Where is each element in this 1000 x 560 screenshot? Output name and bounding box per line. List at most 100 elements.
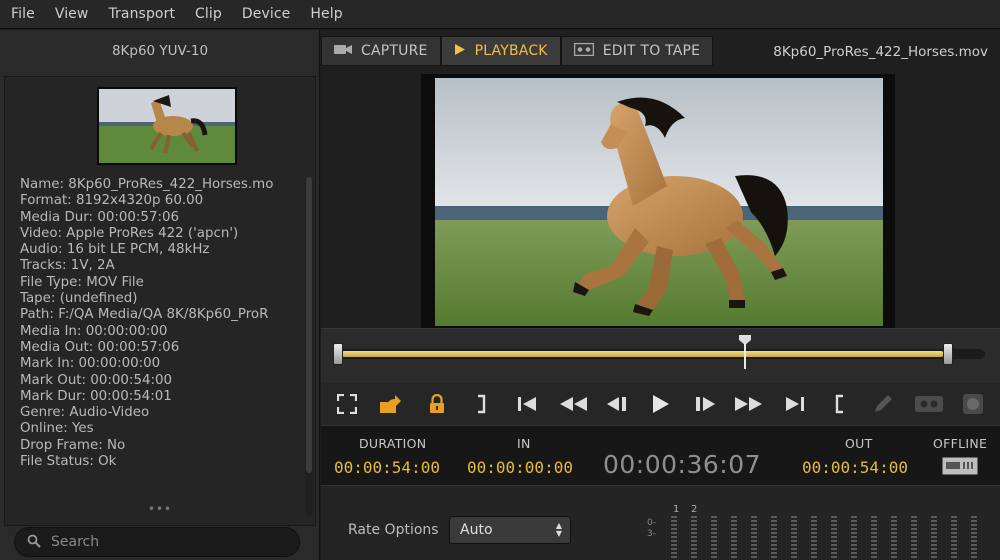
- vertical-scrollbar[interactable]: [305, 177, 313, 517]
- metadata-row: Video: Apple ProRes 422 ('apcn'): [20, 226, 298, 242]
- metadata-value: (undefined): [59, 291, 138, 307]
- out-label: OUT: [845, 436, 873, 451]
- rewind-icon: [560, 397, 587, 411]
- in-label: IN: [517, 436, 531, 451]
- in-timecode[interactable]: 00:00:00:00: [467, 458, 573, 477]
- metadata-value: Apple ProRes 422 ('apcn'): [66, 225, 239, 241]
- horse-video-image: [435, 78, 883, 326]
- export-button[interactable]: [375, 390, 405, 418]
- rewind-button[interactable]: [558, 390, 588, 418]
- search-icon: [27, 533, 41, 552]
- mode-tabs: CAPTURE PLAYBACK EDIT TO TAPE: [321, 36, 714, 66]
- main-area: CAPTURE PLAYBACK EDIT TO TAPE 8Kp60_ProR…: [321, 30, 1000, 560]
- clip-info-panel: 8Kp60 YUV-10 Name: 8Kp60_ProRes_422_Hors…: [0, 30, 320, 560]
- metadata-value: Ok: [98, 454, 117, 470]
- playhead-handle[interactable]: [739, 335, 751, 369]
- select-arrows-icon: ▲ ▼: [555, 521, 562, 538]
- out-timecode[interactable]: 00:00:54:00: [802, 458, 908, 477]
- timeline-scrubber[interactable]: [321, 328, 1000, 383]
- metadata-value: Yes: [71, 421, 94, 437]
- metadata-key: Video:: [20, 225, 63, 241]
- metadata-value: 1V, 2A: [70, 258, 115, 274]
- fullscreen-button[interactable]: [332, 390, 362, 418]
- menu-device[interactable]: Device: [242, 6, 290, 22]
- step-back-icon: [607, 397, 626, 411]
- rate-options-value: Auto: [460, 522, 493, 538]
- metadata-key: Online:: [20, 421, 68, 437]
- lock-button[interactable]: [422, 390, 452, 418]
- play-icon: [454, 43, 466, 60]
- transport-controls: [321, 383, 1000, 425]
- metadata-row: Name: 8Kp60_ProRes_422_Horses.mo: [20, 177, 298, 193]
- go-to-start-button[interactable]: [512, 390, 542, 418]
- metadata-key: Name:: [20, 177, 65, 192]
- metadata-key: Media Dur:: [20, 209, 94, 225]
- metadata-key: Mark In:: [20, 356, 75, 372]
- tab-playback[interactable]: PLAYBACK: [440, 36, 561, 66]
- step-back-button[interactable]: [602, 390, 632, 418]
- offline-device-button[interactable]: [942, 457, 978, 479]
- horse-thumbnail-image: [99, 89, 235, 163]
- metadata-value: 00:00:57:06: [97, 339, 180, 355]
- fast-forward-button[interactable]: [734, 390, 764, 418]
- metadata-value: 8Kp60_ProRes_422_Horses.mo: [68, 177, 274, 192]
- metadata-row: Tracks: 1V, 2A: [20, 258, 298, 274]
- meter-bar: [891, 516, 897, 560]
- tab-capture[interactable]: CAPTURE: [321, 36, 441, 66]
- mark-out-handle[interactable]: [943, 343, 953, 365]
- tape-deck-button[interactable]: [912, 390, 946, 418]
- metadata-key: Media Out:: [20, 339, 94, 355]
- search-input[interactable]: [51, 534, 271, 550]
- step-forward-button[interactable]: [690, 390, 720, 418]
- clip-details: Name: 8Kp60_ProRes_422_Horses.mo Format: …: [4, 76, 316, 545]
- meter-bar: [831, 516, 837, 560]
- menu-file[interactable]: File: [11, 6, 35, 22]
- menu-view[interactable]: View: [55, 6, 89, 22]
- mark-in-button[interactable]: [825, 390, 855, 418]
- audio-meters: 1 2 0- 3-: [647, 502, 997, 560]
- tab-edit-to-tape[interactable]: EDIT TO TAPE: [560, 36, 714, 66]
- metadata-key: File Status:: [20, 454, 94, 470]
- record-button[interactable]: [958, 390, 988, 418]
- metadata-row: Mark Dur: 00:00:54:01: [20, 389, 298, 405]
- metadata-value: No: [106, 437, 126, 453]
- resize-grip[interactable]: •••: [0, 502, 320, 516]
- timeline-track[interactable]: [335, 349, 985, 359]
- meter-bar: [931, 516, 937, 560]
- lock-icon: [430, 394, 444, 413]
- meter-bar: [811, 516, 817, 560]
- duration-timecode[interactable]: 00:00:54:00: [334, 458, 440, 477]
- mark-out-button[interactable]: [466, 390, 496, 418]
- clip-thumbnail[interactable]: [97, 87, 237, 165]
- meter-bar: [791, 516, 797, 560]
- meter-bar: [971, 516, 977, 560]
- edit-button[interactable]: [868, 390, 898, 418]
- menu-transport[interactable]: Transport: [108, 6, 175, 22]
- current-timecode: 00:00:36:07: [603, 450, 762, 479]
- search-box[interactable]: [14, 527, 300, 557]
- metadata-row: File Status: Ok: [20, 454, 298, 470]
- meter-bar: [671, 516, 677, 560]
- metadata-key: File Type:: [20, 274, 82, 290]
- metadata-row: Format: 8192x4320p 60.00: [20, 193, 298, 209]
- video-frame: [435, 78, 883, 326]
- go-to-end-button[interactable]: [780, 390, 810, 418]
- meter-bar: [711, 516, 717, 560]
- metadata-value: 8192x4320p 60.00: [75, 193, 204, 209]
- menu-help[interactable]: Help: [310, 6, 342, 22]
- metadata-row: Drop Frame: No: [20, 438, 298, 454]
- metadata-key: Audio:: [20, 242, 63, 258]
- metadata-row: Audio: 16 bit LE PCM, 48kHz: [20, 242, 298, 258]
- rate-options-select[interactable]: Auto ▲ ▼: [449, 516, 571, 544]
- metadata-value: 00:00:57:06: [97, 209, 180, 225]
- menu-clip[interactable]: Clip: [195, 6, 222, 22]
- meter-bar: [871, 516, 877, 560]
- tape-icon: [573, 42, 594, 60]
- options-panel: Rate Options Auto ▲ ▼ 1 2 0- 3-: [321, 485, 1000, 560]
- mark-in-handle[interactable]: [333, 343, 343, 365]
- video-viewer[interactable]: [421, 74, 895, 328]
- meter-bar: [731, 516, 737, 560]
- meter-bar: [851, 516, 857, 560]
- rate-options-label: Rate Options: [348, 522, 439, 538]
- play-button[interactable]: [645, 390, 675, 418]
